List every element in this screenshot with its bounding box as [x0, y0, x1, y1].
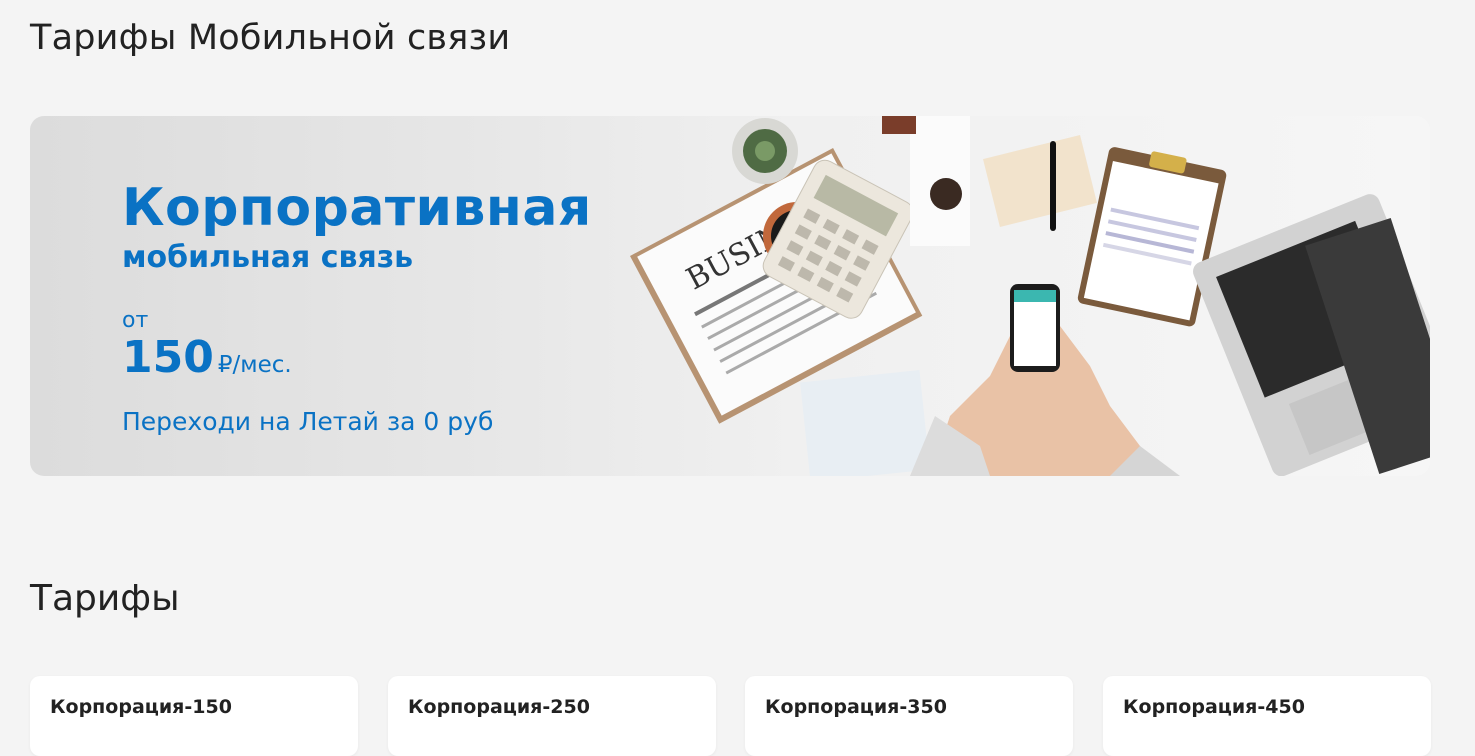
- price-unit: ₽/мес.: [217, 352, 292, 378]
- tariff-card-title: Корпорация-250: [408, 696, 590, 718]
- tariff-card[interactable]: Корпорация-350: [745, 676, 1073, 756]
- tariff-card-title: Корпорация-350: [765, 696, 947, 718]
- price-row: 150 ₽/мес.: [122, 334, 592, 391]
- banner-text-block: Корпоративная мобильная связь от 150 ₽/ме…: [122, 178, 592, 437]
- page-title: Тарифы Мобильной связи: [30, 18, 511, 58]
- banner-title: Корпоративная: [122, 178, 592, 238]
- tariff-card[interactable]: Корпорация-450: [1103, 676, 1431, 756]
- promo-banner[interactable]: BUSINESS Корпоративная мобильная связь о…: [30, 116, 1430, 476]
- price-value: 150: [122, 332, 214, 383]
- banner-subtitle: мобильная связь: [122, 240, 414, 275]
- price-from-label: от: [122, 308, 149, 333]
- tariff-card[interactable]: Корпорация-150: [30, 676, 358, 756]
- tariffs-section-title: Тарифы: [30, 578, 180, 619]
- tariff-card-title: Корпорация-450: [1123, 696, 1305, 718]
- banner-promo-link[interactable]: Переходи на Летай за 0 руб: [122, 407, 592, 437]
- tariff-card[interactable]: Корпорация-250: [388, 676, 716, 756]
- tariff-card-title: Корпорация-150: [50, 696, 232, 718]
